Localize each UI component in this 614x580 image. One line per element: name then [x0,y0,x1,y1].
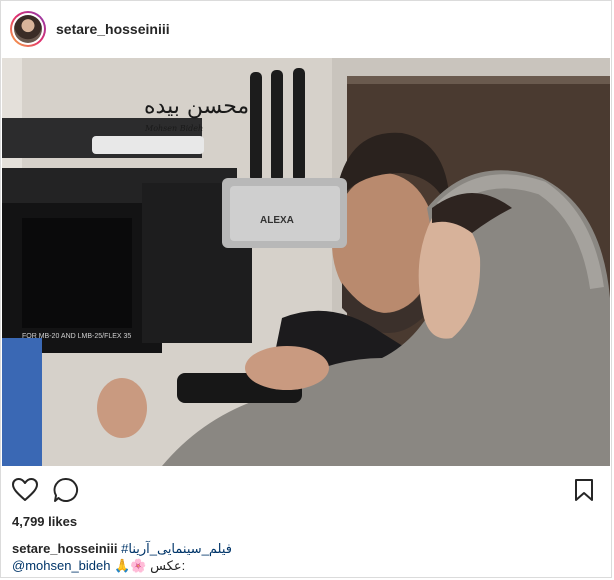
photographer-signature-latin: Mohsen Bideh [144,124,203,133]
post-header: setare_hosseiniii [1,1,611,57]
caption-hashtag[interactable]: #فیلم_سینمایی_آرینا [121,541,232,556]
caption-mention[interactable]: @mohsen_bideh [12,558,110,573]
caption-line-1: setare_hosseiniii #فیلم_سینمایی_آرینا [12,541,232,557]
post-username[interactable]: setare_hosseiniii [56,21,170,37]
post-card: setare_hosseiniii ALEXA FOR MB-20 AND LM… [0,0,612,578]
caption-username[interactable]: setare_hosseiniii [12,541,118,556]
heart-icon[interactable] [10,475,40,505]
avatar[interactable] [10,11,46,47]
photographer-signature: محسن بیده [144,94,249,119]
post-photo[interactable]: ALEXA FOR MB-20 AND LMB-25/FLEX 35 محسن … [2,58,610,466]
comment-icon[interactable] [51,475,81,505]
caption-emoji: 🙏🌸 [114,558,147,573]
post-actions [1,475,611,509]
caption-line-2: @mohsen_bideh 🙏🌸 عکس: [12,558,185,574]
caption-credit-label: عکس: [150,558,186,573]
bookmark-icon[interactable] [569,475,599,505]
likes-count[interactable]: 4,799 likes [12,514,77,529]
camera-brand-label: ALEXA [260,215,294,226]
